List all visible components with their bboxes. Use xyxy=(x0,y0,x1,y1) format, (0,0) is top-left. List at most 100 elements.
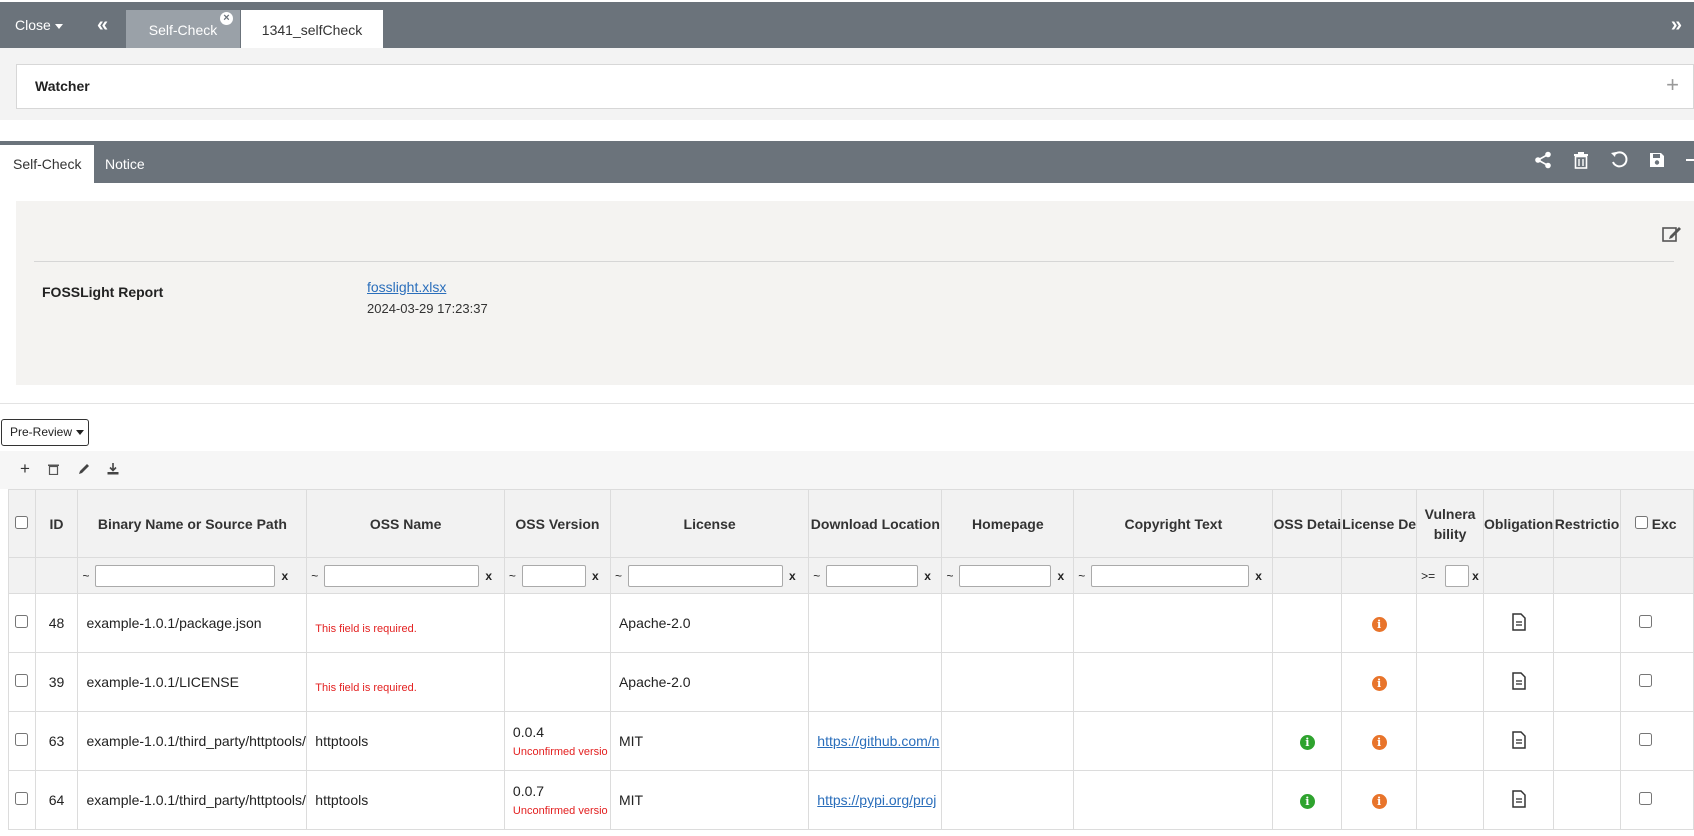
row-checkbox[interactable] xyxy=(15,674,29,687)
column-header[interactable]: Restrictio xyxy=(1553,489,1621,558)
clear-filter[interactable]: x xyxy=(281,569,288,583)
document-icon[interactable] xyxy=(1511,612,1526,631)
tab-self-check-detail[interactable]: Self-Check xyxy=(0,145,95,183)
license-info-icon[interactable]: i xyxy=(1371,675,1387,691)
oss-info-icon[interactable]: i xyxy=(1299,734,1315,750)
oss-name-cell[interactable]: This field is required. xyxy=(306,593,505,653)
edit-icon[interactable] xyxy=(1662,225,1682,246)
license-info-icon[interactable]: i xyxy=(1371,616,1387,632)
copyright-cell[interactable] xyxy=(1073,593,1274,653)
exclude-checkbox[interactable] xyxy=(1638,733,1652,746)
watcher-panel[interactable]: Watcher + xyxy=(16,64,1694,109)
copyright-cell[interactable] xyxy=(1073,652,1274,712)
row-checkbox[interactable] xyxy=(15,733,29,746)
exclude-checkbox[interactable] xyxy=(1638,792,1652,805)
column-header[interactable]: OSS Version xyxy=(503,489,611,558)
undo-icon[interactable] xyxy=(1608,149,1630,171)
exclude-checkbox[interactable] xyxy=(1638,615,1652,628)
delete-row-icon[interactable] xyxy=(48,462,59,478)
row-checkbox[interactable] xyxy=(15,792,29,805)
clear-filter[interactable]: x xyxy=(1255,569,1262,583)
expand-right-icon[interactable]: » xyxy=(1671,14,1682,37)
clear-filter[interactable]: x xyxy=(789,569,796,583)
column-header[interactable]: Copyright Text xyxy=(1073,489,1274,558)
report-file-link[interactable]: fosslight.xlsx xyxy=(367,279,446,295)
download-link[interactable]: https://github.com/n xyxy=(817,733,939,749)
license-info-icon[interactable]: i xyxy=(1371,793,1387,809)
vulnerability-filter-input[interactable] xyxy=(1445,564,1470,587)
tab-1341-selfcheck[interactable]: 1341_selfCheck xyxy=(241,10,383,50)
license-cell[interactable]: MIT xyxy=(609,770,810,830)
download-filter-input[interactable] xyxy=(826,564,919,587)
download-icon[interactable] xyxy=(107,462,119,478)
clear-filter[interactable]: x xyxy=(1472,569,1479,583)
license-cell[interactable]: MIT xyxy=(609,711,810,771)
path-filter-input[interactable] xyxy=(95,564,276,587)
save-icon[interactable] xyxy=(1646,149,1668,171)
column-header[interactable]: License De xyxy=(1341,489,1418,558)
version-cell[interactable] xyxy=(503,652,611,712)
minimize-icon[interactable] xyxy=(1684,149,1694,171)
table-row[interactable]: 63 example-1.0.1/third_party/httptools/ … xyxy=(8,711,1694,771)
clear-filter[interactable]: x xyxy=(1057,569,1064,583)
license-cell[interactable]: Apache-2.0 xyxy=(609,652,810,712)
column-header[interactable]: Vulnera bility xyxy=(1416,489,1485,558)
collapse-left-icon[interactable]: « xyxy=(97,14,108,37)
column-header[interactable]: Homepage xyxy=(941,489,1075,558)
column-header[interactable]: ID xyxy=(34,489,79,558)
oss-name-filter-input[interactable] xyxy=(324,564,480,587)
download-cell[interactable] xyxy=(808,593,943,653)
copyright-filter-input[interactable] xyxy=(1091,564,1250,587)
share-icon[interactable] xyxy=(1532,149,1554,171)
column-header[interactable]: Obligation xyxy=(1483,489,1555,558)
download-cell[interactable] xyxy=(808,652,943,712)
column-header[interactable]: OSS Name xyxy=(306,489,505,558)
homepage-filter-input[interactable] xyxy=(959,564,1052,587)
download-cell[interactable]: https://pypi.org/proj xyxy=(808,770,943,830)
clear-filter[interactable]: x xyxy=(592,569,599,583)
close-dropdown-button[interactable]: Close xyxy=(15,17,63,33)
pre-review-dropdown[interactable]: Pre-Review xyxy=(1,419,89,446)
license-info-icon[interactable]: i xyxy=(1371,734,1387,750)
close-tab-icon[interactable]: × xyxy=(220,12,233,25)
table-row[interactable]: 64 example-1.0.1/third_party/httptools/ … xyxy=(8,770,1694,830)
license-filter-input[interactable] xyxy=(627,564,783,587)
homepage-cell[interactable] xyxy=(941,711,1075,771)
version-cell[interactable] xyxy=(503,593,611,653)
homepage-cell[interactable] xyxy=(941,770,1075,830)
exclude-header[interactable]: Exc xyxy=(1619,489,1694,558)
license-cell[interactable]: Apache-2.0 xyxy=(609,593,810,653)
oss-name-cell[interactable]: This field is required. xyxy=(306,652,505,712)
table-row[interactable]: 39 example-1.0.1/LICENSE This field is r… xyxy=(8,652,1694,712)
oss-info-icon[interactable]: i xyxy=(1299,793,1315,809)
document-icon[interactable] xyxy=(1511,789,1526,808)
column-header[interactable]: Binary Name or Source Path xyxy=(77,489,308,558)
select-all-checkbox[interactable] xyxy=(15,515,29,529)
column-header[interactable]: License xyxy=(609,489,810,558)
tab-notice[interactable]: Notice xyxy=(92,145,158,183)
version-cell[interactable]: 0.0.7 Unconfirmed versio xyxy=(503,770,611,830)
edit-row-icon[interactable] xyxy=(78,462,90,478)
homepage-cell[interactable] xyxy=(941,593,1075,653)
clear-filter[interactable]: x xyxy=(924,569,931,583)
document-icon[interactable] xyxy=(1511,730,1526,749)
download-cell[interactable]: https://github.com/n xyxy=(808,711,943,771)
oss-name-cell[interactable]: httptools xyxy=(306,711,505,771)
trash-icon[interactable] xyxy=(1570,149,1592,171)
copyright-cell[interactable] xyxy=(1073,770,1274,830)
document-icon[interactable] xyxy=(1511,671,1526,690)
table-row[interactable]: 48 example-1.0.1/package.json This field… xyxy=(8,593,1694,653)
copyright-cell[interactable] xyxy=(1073,711,1274,771)
exclude-checkbox[interactable] xyxy=(1638,674,1652,687)
column-header[interactable]: Download Location xyxy=(808,489,943,558)
column-header[interactable]: OSS Detai xyxy=(1272,489,1343,558)
download-link[interactable]: https://pypi.org/proj xyxy=(817,792,936,808)
version-cell[interactable]: 0.0.4 Unconfirmed versio xyxy=(503,711,611,771)
version-filter-input[interactable] xyxy=(521,564,586,587)
row-checkbox[interactable] xyxy=(15,615,29,628)
exclude-all-checkbox[interactable] xyxy=(1634,515,1648,529)
add-row-icon[interactable]: + xyxy=(20,459,30,479)
clear-filter[interactable]: x xyxy=(485,569,492,583)
homepage-cell[interactable] xyxy=(941,652,1075,712)
expand-plus-icon[interactable]: + xyxy=(1666,72,1679,98)
